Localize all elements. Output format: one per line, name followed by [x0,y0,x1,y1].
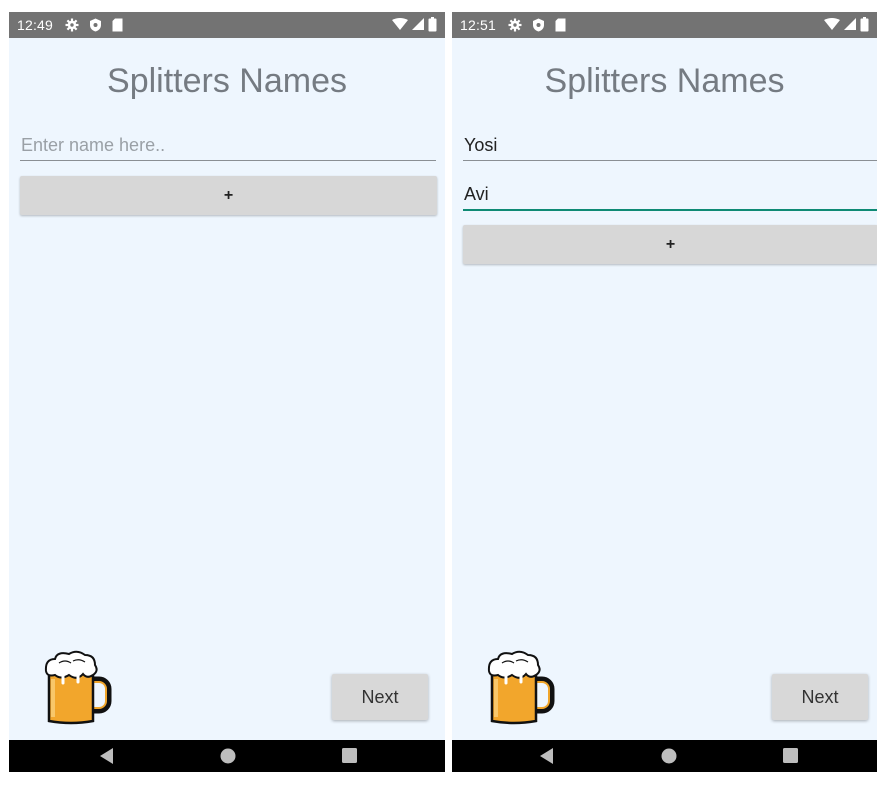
status-time: 12:51 [460,17,497,33]
name-input-focused[interactable]: Avi [463,175,877,211]
wifi-icon [392,18,408,30]
name-input[interactable]: Yosi [463,125,877,161]
page-title: Splitters Names [544,62,785,100]
back-triangle-icon[interactable] [100,748,114,764]
phone-screen-1: 12:49 Splitters Names Enter name here.. … [9,12,445,772]
sd-card-icon [555,18,566,32]
status-time: 12:49 [17,17,54,33]
next-button[interactable]: Next [332,674,428,720]
nav-bar [452,740,877,772]
sd-card-icon [112,18,123,32]
beer-mug-icon [44,650,112,725]
add-name-button[interactable]: + [463,225,877,264]
beer-mug-icon [487,650,555,725]
shield-icon [90,18,102,32]
status-bar: 12:49 [9,12,445,38]
home-circle-icon[interactable] [661,748,677,764]
recents-square-icon[interactable] [783,748,798,763]
add-name-button[interactable]: + [20,176,437,215]
back-triangle-icon[interactable] [540,748,554,764]
wifi-icon [824,18,840,30]
status-bar: 12:51 [452,12,877,38]
signal-icon [412,18,424,30]
battery-icon [428,17,437,32]
name-input-value: Yosi [464,135,498,155]
name-input-value: Avi [464,184,489,204]
battery-icon [860,17,869,32]
nav-bar [9,740,445,772]
signal-icon [844,18,856,30]
name-input-placeholder: Enter name here.. [21,135,166,155]
phone-screen-2: 12:51 Splitters Names Yosi Avi + Next [452,12,877,772]
settings-gear-icon [508,18,522,32]
shield-icon [533,18,545,32]
page-title: Splitters Names [107,62,347,100]
settings-gear-icon [65,18,79,32]
home-circle-icon[interactable] [220,748,236,764]
recents-square-icon[interactable] [342,748,357,763]
name-input[interactable]: Enter name here.. [20,125,436,161]
next-button[interactable]: Next [772,674,868,720]
